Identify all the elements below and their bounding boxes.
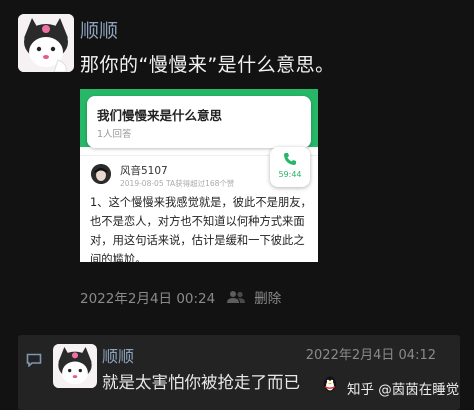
answerer-avatar <box>91 164 111 184</box>
answer-body: 1、这个慢慢来我感觉就是，彼此不是朋友，也不是恋人，对方也不知道以何种方式来面对… <box>90 196 312 262</box>
reply-author-avatar[interactable] <box>53 344 97 388</box>
answer-count: 1人回答 <box>97 129 132 140</box>
post-author-name[interactable]: 顺顺 <box>80 16 118 43</box>
watermark-text: 知乎 @茵茵在睡觉 <box>347 382 460 398</box>
comment-icon <box>26 353 42 367</box>
answerer-avatar-icon <box>91 164 111 184</box>
question-title: 我们慢慢来是什么意思 <box>97 108 223 123</box>
post-text: 那你的“慢慢来”是什么意思。 <box>80 54 335 76</box>
embedded-screenshot[interactable]: 我们慢慢来是什么意思 1人回答 风音5107 2019-08-05 TA获得超过… <box>80 89 318 262</box>
question-card: 我们慢慢来是什么意思 1人回答 <box>87 96 311 148</box>
delete-button[interactable]: 删除 <box>254 287 281 307</box>
zhihu-watermark: 知乎 @茵茵在睡觉 <box>324 376 460 398</box>
reply-box: 顺顺 2022年2月4日 04:12 就是太害怕你被抢走了而已 <box>18 335 460 410</box>
call-float-window: 59:44 <box>270 147 310 187</box>
post-author-avatar[interactable] <box>18 14 74 72</box>
call-timer: 59:44 <box>278 170 302 179</box>
reply-timestamp: 2022年2月4日 04:12 <box>305 348 436 363</box>
visibility-people-icon[interactable] <box>227 290 246 304</box>
kuromi-avatar-icon <box>18 14 74 72</box>
post-meta: 2022年2月4日 00:24 删除 <box>80 287 281 307</box>
kuromi-avatar-icon <box>53 344 97 388</box>
answer-meta: 2019-08-05 TA获得超过168个赞 <box>120 179 235 188</box>
reply-author-name[interactable]: 顺顺 <box>102 343 134 367</box>
reply-text: 就是太害怕你被抢走了而已 <box>102 373 300 392</box>
phone-icon <box>284 153 296 165</box>
answerer-name: 风音5107 <box>120 165 168 177</box>
penguin-emoji-icon <box>324 376 336 392</box>
post-timestamp: 2022年2月4日 00:24 <box>80 291 216 307</box>
